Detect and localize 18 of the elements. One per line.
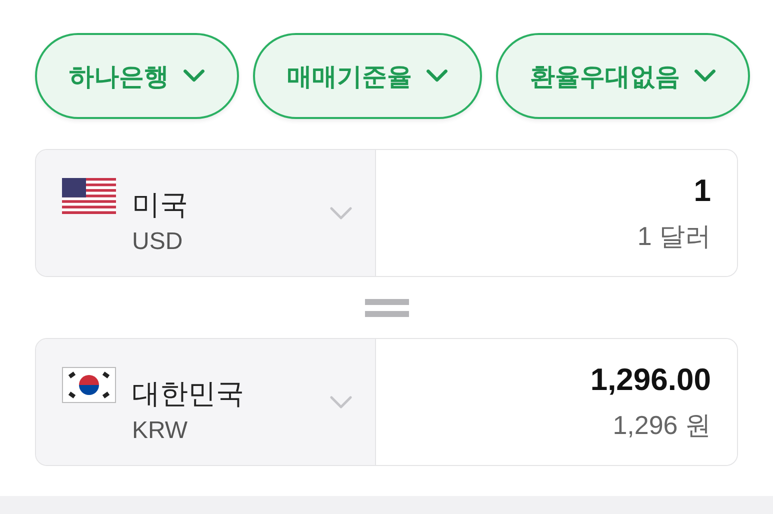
currency-code: KRW: [132, 417, 189, 445]
currency-code: USD: [132, 228, 184, 256]
country-name: 대한민국: [132, 377, 245, 411]
flag-icon: [62, 178, 116, 214]
amount-words: 1 달러: [637, 220, 711, 252]
amount-words: 1,296 원: [612, 408, 711, 442]
chevron-down-icon: [329, 206, 353, 220]
chevron-down-icon: [329, 394, 353, 410]
chevron-down-icon: [183, 69, 205, 83]
currency-selector[interactable]: 미국 USD: [36, 150, 376, 276]
chevron-down-icon: [426, 69, 448, 83]
amount-value[interactable]: 1: [694, 172, 711, 208]
chevron-down-icon: [694, 69, 716, 83]
amount-value[interactable]: 1,296.00: [590, 362, 711, 398]
flag-icon: [62, 367, 116, 403]
equals-icon: [364, 298, 408, 318]
currency-selector[interactable]: 대한민국 KRW: [36, 339, 376, 465]
country-name: 미국: [132, 188, 189, 222]
